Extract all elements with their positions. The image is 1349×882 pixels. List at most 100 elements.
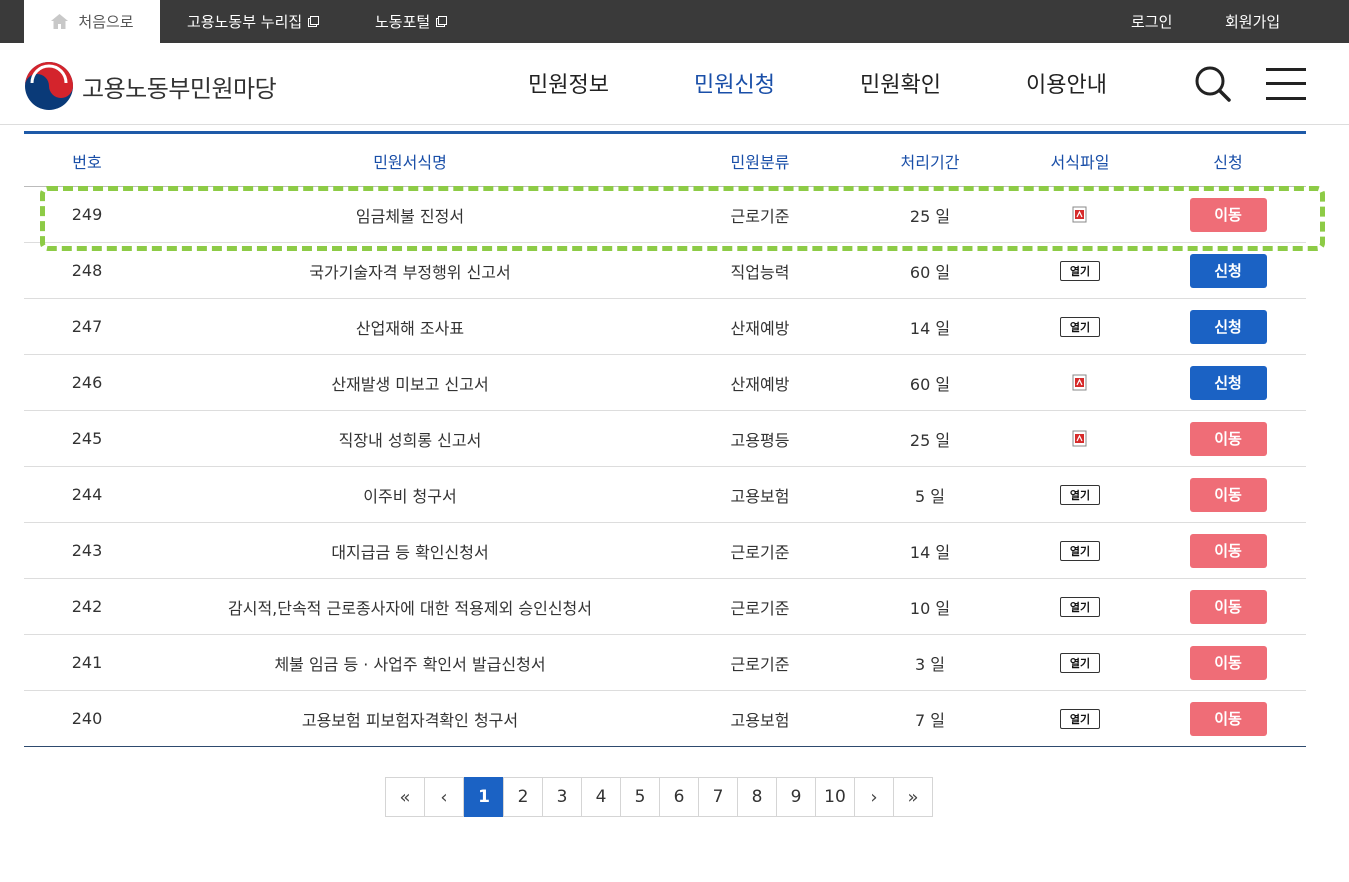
page-2-button[interactable]: 2 [503, 777, 543, 817]
labor-portal-link[interactable]: 노동포털 [375, 0, 448, 43]
pdf-icon[interactable] [1072, 206, 1088, 223]
home-label: 처음으로 [78, 13, 134, 31]
home-icon [51, 14, 69, 29]
row-period: 3 일 [915, 654, 945, 674]
row-form-file: 열기 [1010, 243, 1150, 298]
move-button[interactable]: 이동 [1189, 197, 1267, 232]
table-row: 244 이주비 청구서 고용보험 5 일 열기 이동 [24, 467, 1306, 523]
row-form-file: 열기 [1010, 635, 1150, 690]
row-period: 5 일 [915, 486, 945, 506]
open-file-button[interactable]: 열기 [1060, 708, 1100, 729]
move-button[interactable]: 이동 [1189, 589, 1267, 624]
row-category: 근로기준 [730, 542, 790, 562]
move-button[interactable]: 이동 [1189, 533, 1267, 568]
last-page-button[interactable]: » [893, 777, 933, 817]
row-form-name: 산재발생 미보고 신고서 [331, 374, 489, 394]
row-category: 직업능력 [730, 262, 790, 282]
open-file-button[interactable]: 열기 [1060, 596, 1100, 617]
page-1-button[interactable]: 1 [464, 777, 504, 817]
taegeuk-logo-icon [25, 62, 73, 110]
table-row: 245 직장내 성희롱 신고서 고용평등 25 일 이동 [24, 411, 1306, 467]
move-button[interactable]: 이동 [1189, 701, 1267, 736]
first-page-button[interactable]: « [385, 777, 425, 817]
logo-text: 고용노동부민원마당 [82, 74, 277, 103]
page-9-button[interactable]: 9 [776, 777, 816, 817]
row-category: 고용보험 [730, 710, 790, 730]
row-period: 60 일 [909, 374, 951, 394]
top-utility-bar: 처음으로 고용노동부 누리집 노동포털 로그인 회원가입 [0, 0, 1349, 43]
open-file-button[interactable]: 열기 [1060, 484, 1100, 505]
page-7-button[interactable]: 7 [698, 777, 738, 817]
search-icon[interactable] [1194, 65, 1232, 103]
open-file-button[interactable]: 열기 [1060, 316, 1100, 337]
table-row: 241 체불 임금 등 · 사업주 확인서 발급신청서 근로기준 3 일 열기 이동 [24, 635, 1306, 691]
row-form-file: 열기 [1010, 467, 1150, 522]
row-form-name: 대지급금 등 확인신청서 [331, 542, 489, 562]
page-6-button[interactable]: 6 [659, 777, 699, 817]
page-5-button[interactable]: 5 [620, 777, 660, 817]
prev-page-button[interactable]: ‹ [424, 777, 464, 817]
row-category: 근로기준 [730, 206, 790, 226]
apply-button[interactable]: 신청 [1189, 253, 1267, 288]
table-row: 247 산업재해 조사표 산재예방 14 일 열기 신청 [24, 299, 1306, 355]
nav-complaint-info[interactable]: 민원정보 [528, 67, 609, 99]
apply-button[interactable]: 신청 [1189, 365, 1267, 400]
row-number: 243 [71, 541, 103, 560]
header-form-name: 민원서식명 [373, 152, 447, 172]
row-form-file: 열기 [1010, 523, 1150, 578]
open-file-button[interactable]: 열기 [1060, 540, 1100, 561]
row-form-file: 열기 [1010, 691, 1150, 746]
row-category: 산재예방 [730, 374, 790, 394]
open-file-button[interactable]: 열기 [1060, 260, 1100, 281]
row-apply-cell: 이동 [1150, 411, 1306, 466]
row-period: 25 일 [909, 430, 951, 450]
row-form-name: 체불 임금 등 · 사업주 확인서 발급신청서 [274, 654, 546, 674]
page-3-button[interactable]: 3 [542, 777, 582, 817]
header-period: 처리기간 [900, 152, 960, 172]
page-4-button[interactable]: 4 [581, 777, 621, 817]
row-form-name: 감시적,단속적 근로종사자에 대한 적용제외 승인신청서 [228, 598, 592, 618]
nav-usage-guide[interactable]: 이용안내 [1026, 67, 1107, 99]
row-category: 고용평등 [730, 430, 790, 450]
row-apply-cell: 이동 [1150, 691, 1306, 746]
row-number: 242 [71, 597, 103, 616]
pdf-icon[interactable] [1072, 430, 1088, 447]
move-button[interactable]: 이동 [1189, 477, 1267, 512]
row-number: 245 [71, 429, 103, 448]
hamburger-menu-icon[interactable] [1266, 68, 1306, 100]
apply-button[interactable]: 신청 [1189, 309, 1267, 344]
row-form-name: 국가기술자격 부정행위 신고서 [309, 262, 511, 282]
site-logo[interactable]: 고용노동부민원마당 [24, 61, 277, 111]
nav-complaint-apply[interactable]: 민원신청 [694, 67, 775, 99]
moel-homepage-label: 고용노동부 누리집 [187, 13, 303, 31]
row-apply-cell: 신청 [1150, 299, 1306, 354]
row-period: 10 일 [909, 598, 951, 618]
header-apply: 신청 [1213, 152, 1243, 172]
signup-link[interactable]: 회원가입 [1225, 0, 1280, 43]
moel-homepage-link[interactable]: 고용노동부 누리집 [187, 0, 320, 43]
pdf-icon[interactable] [1072, 374, 1088, 391]
open-file-button[interactable]: 열기 [1060, 652, 1100, 673]
move-button[interactable]: 이동 [1189, 645, 1267, 680]
row-form-name: 이주비 청구서 [363, 486, 457, 506]
row-form-name: 산업재해 조사표 [355, 318, 465, 338]
row-apply-cell: 신청 [1150, 243, 1306, 298]
home-link[interactable]: 처음으로 [24, 0, 160, 43]
labor-portal-label: 노동포털 [375, 13, 431, 31]
row-category: 근로기준 [730, 598, 790, 618]
table-row: 242 감시적,단속적 근로종사자에 대한 적용제외 승인신청서 근로기준 10 일 열… [24, 579, 1306, 635]
row-apply-cell: 이동 [1150, 635, 1306, 690]
pagination: « ‹ 1 2 3 4 5 6 7 8 9 10 › » [385, 777, 933, 817]
row-apply-cell: 이동 [1150, 523, 1306, 578]
login-link[interactable]: 로그인 [1131, 0, 1172, 43]
row-number: 249 [71, 205, 103, 224]
next-page-button[interactable]: › [854, 777, 894, 817]
page-8-button[interactable]: 8 [737, 777, 777, 817]
row-form-file [1010, 187, 1150, 242]
row-form-file: 열기 [1010, 299, 1150, 354]
row-form-name: 임금체불 진정서 [355, 206, 465, 226]
page-10-button[interactable]: 10 [815, 777, 855, 817]
move-button[interactable]: 이동 [1189, 421, 1267, 456]
row-category: 고용보험 [730, 486, 790, 506]
nav-complaint-check[interactable]: 민원확인 [860, 67, 941, 99]
